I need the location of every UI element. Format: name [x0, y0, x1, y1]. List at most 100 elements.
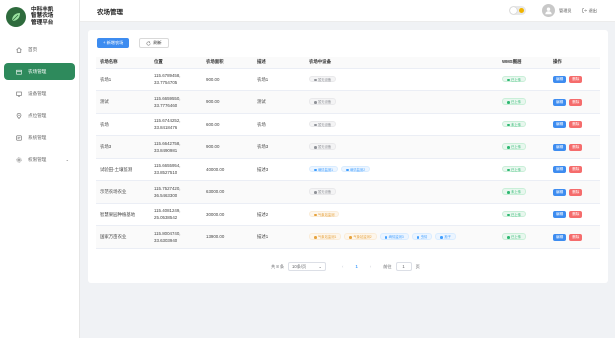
- longitude: 115.7527420,: [154, 185, 181, 191]
- delete-button[interactable]: 删除: [569, 98, 583, 106]
- status-dot: [440, 236, 443, 239]
- page-size-select[interactable]: 10条/页 ⌄: [288, 262, 327, 271]
- status-dot: [507, 101, 510, 104]
- theme-toggle[interactable]: [509, 6, 527, 15]
- status-dot: [507, 146, 510, 149]
- table-row: 示范农场农业 115.7527420, 36.5463300 63000.00 暂无设备…: [96, 180, 600, 204]
- status-dot: [314, 78, 317, 82]
- edit-button[interactable]: 编辑: [553, 166, 567, 174]
- table-row: 试验田-土壤监测 115.6655954, 33.8527510 40000.00 描述…: [96, 158, 600, 181]
- farm-table: 农场名称 位置 农场面积 描述 农场中设备 WMS图层 操作 农场1 115.67…: [96, 57, 600, 249]
- wms-cell: 已上传: [498, 203, 549, 226]
- logout-label: 退出: [588, 7, 597, 13]
- status-dot: [349, 236, 352, 239]
- sidebar-item-farm[interactable]: 农场管理: [4, 63, 75, 80]
- devices-cell: 暂无设备: [305, 135, 498, 159]
- longitude: 115.6744252,: [154, 118, 181, 124]
- status-dot: [314, 236, 317, 239]
- description-cell: 测试: [253, 90, 305, 114]
- delete-button[interactable]: 删除: [569, 211, 583, 219]
- user-icon: [545, 7, 552, 15]
- device-tag: 暂无设备: [309, 75, 337, 83]
- latitude: 36.5463300: [154, 192, 178, 198]
- refresh-button[interactable]: 刷新: [139, 38, 169, 48]
- page-number[interactable]: 1: [355, 264, 357, 269]
- location-cell: 115.6655954, 33.8527510: [150, 158, 202, 181]
- edit-button[interactable]: 编辑: [553, 143, 567, 151]
- delete-button[interactable]: 删除: [569, 233, 583, 241]
- status-dot: [314, 168, 317, 172]
- delete-button[interactable]: 删除: [569, 76, 583, 84]
- area-cell: 13900.00: [202, 225, 253, 249]
- farm-name-cell: 测试: [96, 90, 150, 114]
- page-size-value: 10条/页: [292, 263, 307, 269]
- status-dot: [507, 236, 510, 239]
- logout-button[interactable]: 退出: [581, 7, 597, 14]
- leaf-icon: [11, 12, 20, 21]
- device-tag-label: 暂无设备: [318, 100, 332, 105]
- brand-line-3: 管理平台: [31, 19, 54, 26]
- delete-button[interactable]: 删除: [569, 143, 583, 151]
- home-icon: [16, 46, 22, 53]
- edit-button[interactable]: 编辑: [553, 121, 567, 129]
- edit-button[interactable]: 编辑: [553, 76, 567, 84]
- device-tag-label: 墒情监测3: [388, 235, 404, 240]
- farm-icon: [16, 69, 22, 75]
- wms-status-label: 已上传: [511, 212, 521, 217]
- wms-cell: 已上传: [498, 158, 549, 181]
- device-tag-label: 气象站监测: [318, 212, 335, 217]
- sidebar-nav: 首页 农场管理 设备管理 点位管理 系统管理 权限管理 ⌄: [0, 41, 79, 168]
- description-cell: 农场: [253, 113, 305, 136]
- location-icon: [16, 112, 22, 119]
- edit-button[interactable]: 编辑: [553, 98, 567, 106]
- add-farm-button[interactable]: + 新增农场: [97, 38, 130, 48]
- refresh-icon: [146, 41, 151, 45]
- pagination: 共 8 条 10条/页 ⌄ ‹ 1 › 前往 1 页: [271, 262, 420, 271]
- device-tag: 墒情监测1: [309, 165, 339, 173]
- goto-label: 前往: [383, 263, 392, 269]
- device-tag: 气象站监测: [309, 210, 340, 218]
- device-tag-label: 孢子: [444, 235, 451, 240]
- column-header: 农场中设备: [305, 57, 498, 69]
- sidebar: 中科丰凯 智慧农场 管理平台 首页 农场管理 设备管理 点位管理 系统管理 权限…: [0, 0, 80, 338]
- column-header: 位置: [150, 57, 202, 69]
- description-cell: 农场1: [253, 68, 305, 91]
- page-unit-label: 页: [415, 263, 420, 269]
- delete-button[interactable]: 删除: [569, 121, 583, 129]
- sidebar-item-device[interactable]: 设备管理: [4, 85, 75, 102]
- device-tag: 墒情监测2: [341, 165, 371, 173]
- goto-page-input[interactable]: 1: [395, 262, 412, 271]
- avatar[interactable]: [542, 4, 556, 17]
- farm-name-cell: 智慧果园种植基地: [96, 203, 150, 226]
- wms-cell: 已上传: [498, 135, 549, 159]
- sidebar-item-permission[interactable]: 权限管理 ⌄: [4, 151, 75, 168]
- edit-button[interactable]: 编辑: [553, 211, 567, 219]
- prev-page-button[interactable]: ‹: [342, 264, 343, 269]
- edit-button[interactable]: 编辑: [553, 188, 567, 196]
- wms-cell: 已上传: [498, 68, 549, 91]
- chevron-down-icon: ⌄: [65, 157, 69, 162]
- device-tag: 墒情监测3: [379, 233, 409, 240]
- device-tag: 气象站监测2: [344, 233, 377, 240]
- devices-cell: 暂无设备: [305, 68, 498, 91]
- location-cell: 115.6744252, 33.8418476: [150, 113, 202, 136]
- table-header-row: 农场名称 位置 农场面积 描述 农场中设备 WMS图层 操作: [96, 57, 600, 69]
- device-tag: 暂无设备: [309, 120, 337, 128]
- edit-button[interactable]: 编辑: [553, 233, 567, 241]
- latitude: 25.0538542: [154, 215, 178, 221]
- wms-status-label: 已上传: [511, 167, 521, 172]
- delete-button[interactable]: 删除: [569, 166, 583, 174]
- sidebar-item-home[interactable]: 首页: [4, 41, 75, 58]
- user-name[interactable]: 管理员: [559, 8, 572, 14]
- sidebar-item-system[interactable]: 系统管理: [4, 129, 75, 146]
- longitude: 115.6642758,: [154, 140, 181, 146]
- delete-button[interactable]: 删除: [569, 188, 583, 196]
- device-tag-label: 暂无设备: [318, 145, 332, 150]
- status-dot: [314, 191, 317, 194]
- column-header: 操作: [549, 57, 600, 69]
- status-dot: [384, 236, 388, 239]
- sidebar-item-location[interactable]: 点位管理: [4, 107, 75, 124]
- latitude: 33.8418476: [154, 125, 178, 131]
- main-content: + 新增农场 刷新 农场名称 位置 农场面积 描述 农场中设备 WMS图层 操作…: [88, 30, 608, 283]
- next-page-button[interactable]: ›: [370, 264, 371, 269]
